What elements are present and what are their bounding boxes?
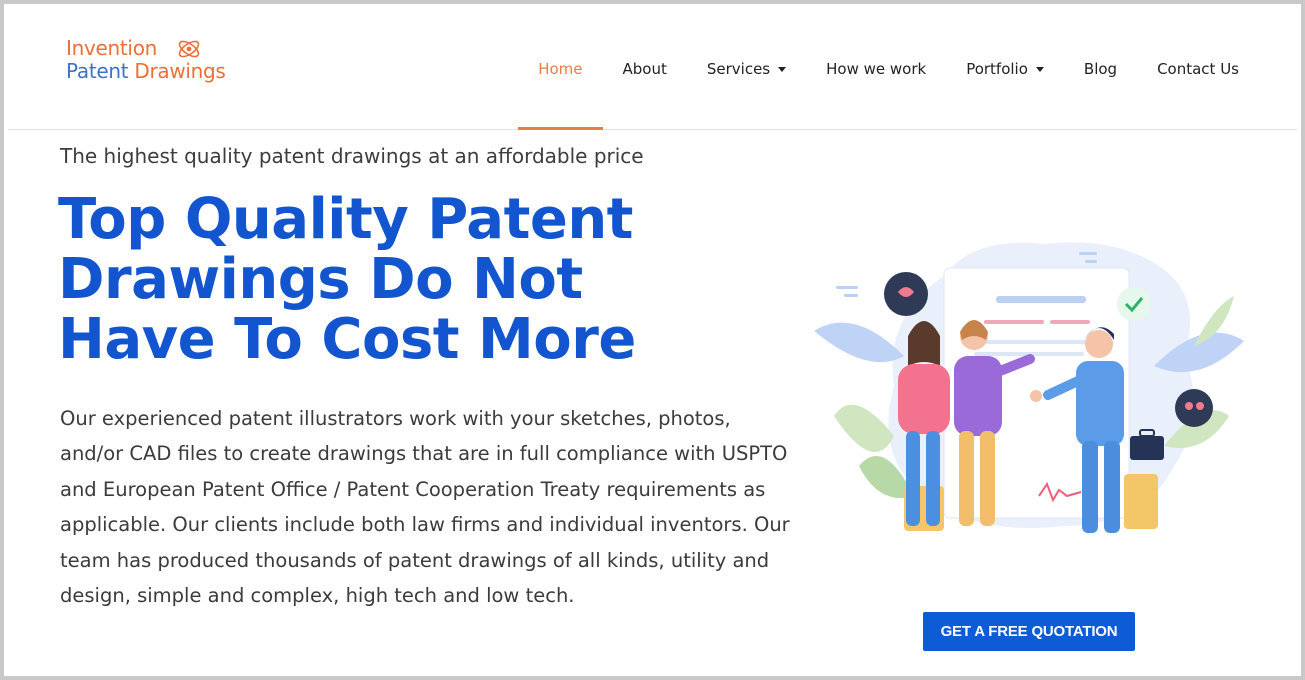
chevron-down-icon: [1035, 67, 1044, 72]
atom-icon: [178, 40, 200, 58]
logo-line-patent-drawings: Patent Drawings: [66, 61, 226, 81]
site-header: Invention Patent Drawings Home About Ser…: [8, 8, 1297, 130]
nav-item-portfolio[interactable]: Portfolio: [946, 8, 1064, 129]
hero-body-text: Our experienced patent illustrators work…: [60, 407, 790, 608]
nav-item-about[interactable]: About: [603, 8, 687, 129]
nav-item-home[interactable]: Home: [518, 8, 603, 130]
business-handshake-illustration: [814, 242, 1244, 533]
nav-label-about: About: [622, 59, 667, 78]
logo-word-patent: Patent: [66, 59, 129, 83]
nav-item-how-we-work[interactable]: How we work: [806, 8, 946, 129]
nav-item-contact-us[interactable]: Contact Us: [1137, 8, 1297, 129]
chevron-down-icon: [778, 67, 787, 72]
main-nav: Home About Services How we work Portfoli…: [518, 8, 1297, 130]
nav-label-home: Home: [538, 59, 583, 78]
nav-label-blog: Blog: [1083, 59, 1118, 78]
nav-label-how-we-work: How we work: [826, 59, 927, 78]
logo-line-invention: Invention: [66, 36, 158, 60]
nav-label-portfolio: Portfolio: [966, 59, 1028, 78]
get-free-quotation-button[interactable]: GET A FREE QUOTATION: [923, 612, 1135, 651]
logo-word-drawings: Drawings: [134, 59, 226, 83]
hero-headline: Top Quality Patent Drawings Do Not Have …: [58, 187, 636, 372]
nav-label-contact-us: Contact Us: [1157, 59, 1239, 78]
nav-label-services: Services: [706, 59, 771, 78]
site-logo[interactable]: Invention Patent Drawings: [66, 38, 226, 81]
hero-tagline: The highest quality patent drawings at a…: [60, 144, 644, 168]
page-frame: Invention Patent Drawings Home About Ser…: [0, 0, 1305, 680]
nav-item-services[interactable]: Services: [687, 8, 806, 129]
nav-item-blog[interactable]: Blog: [1064, 8, 1137, 129]
